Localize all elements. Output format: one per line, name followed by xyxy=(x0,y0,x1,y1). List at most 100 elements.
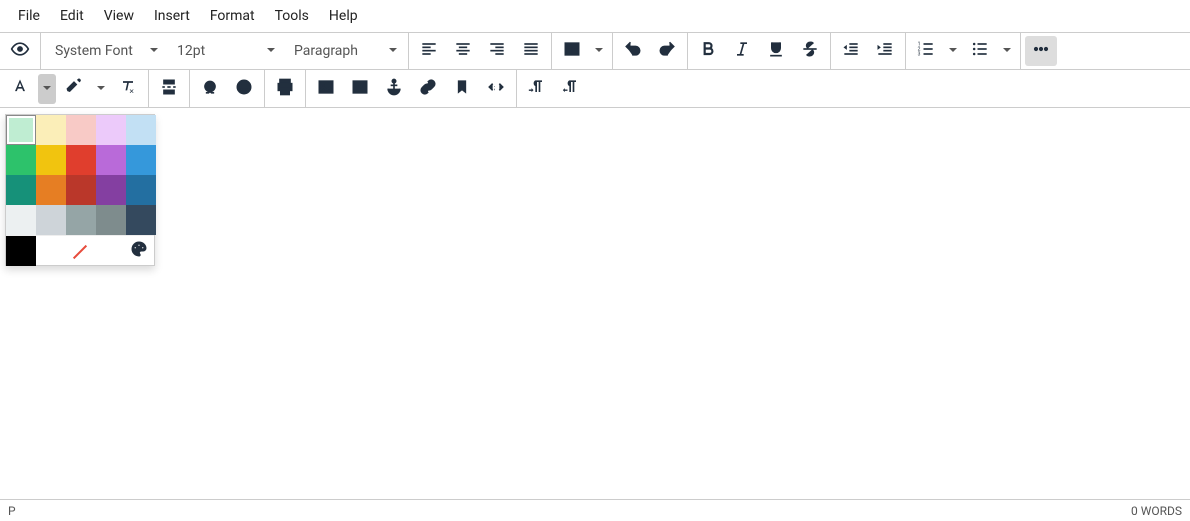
black-swatch-icon xyxy=(6,236,36,266)
insert-anchor-button[interactable] xyxy=(378,74,410,104)
element-path[interactable]: P xyxy=(8,504,16,518)
color-swatch[interactable] xyxy=(6,145,36,175)
table-button[interactable] xyxy=(556,36,588,66)
color-swatch[interactable] xyxy=(36,175,66,205)
color-black-button[interactable] xyxy=(6,236,36,265)
highlight-icon xyxy=(64,77,84,101)
color-swatch[interactable] xyxy=(66,115,96,145)
align-justify-button[interactable] xyxy=(515,36,547,66)
menu-help[interactable]: Help xyxy=(319,2,368,30)
redo-icon xyxy=(657,39,677,63)
preview-button[interactable] xyxy=(4,36,36,66)
color-swatch[interactable] xyxy=(96,205,126,235)
chevron-down-icon xyxy=(266,43,276,59)
align-right-icon xyxy=(487,39,507,63)
color-swatch[interactable] xyxy=(96,145,126,175)
color-swatch[interactable] xyxy=(96,115,126,145)
outdent-icon xyxy=(841,39,861,63)
color-swatch[interactable] xyxy=(36,205,66,235)
custom-color-button[interactable] xyxy=(124,236,154,265)
menu-tools[interactable]: Tools xyxy=(265,2,319,30)
emoji-icon xyxy=(234,77,254,101)
special-character-button[interactable] xyxy=(194,74,226,104)
chevron-down-icon xyxy=(594,43,604,59)
undo-icon xyxy=(623,39,643,63)
remove-color-button[interactable] xyxy=(36,236,124,265)
clear-formatting-button[interactable]: ✕ xyxy=(112,74,144,104)
menubar: File Edit View Insert Format Tools Help xyxy=(0,0,1190,32)
ellipsis-icon xyxy=(1031,39,1051,63)
color-swatch[interactable] xyxy=(36,145,66,175)
color-swatch[interactable] xyxy=(6,205,36,235)
menu-edit[interactable]: Edit xyxy=(50,2,94,30)
color-grid xyxy=(6,115,154,235)
menu-insert[interactable]: Insert xyxy=(144,2,200,30)
insert-codesample-button[interactable]: ; xyxy=(480,74,512,104)
bold-button[interactable] xyxy=(692,36,724,66)
clear-format-icon: ✕ xyxy=(118,77,138,101)
color-swatch[interactable] xyxy=(6,115,36,145)
editor-content-area[interactable] xyxy=(0,114,1190,497)
color-swatch[interactable] xyxy=(126,145,156,175)
insert-media-button[interactable] xyxy=(344,74,376,104)
insert-link-button[interactable] xyxy=(412,74,444,104)
color-swatch[interactable] xyxy=(36,115,66,145)
color-swatch[interactable] xyxy=(126,205,156,235)
print-button[interactable] xyxy=(269,74,301,104)
color-swatch[interactable] xyxy=(126,175,156,205)
statusbar: P 0 WORDS xyxy=(0,499,1190,521)
insert-image-button[interactable] xyxy=(310,74,342,104)
insert-bookmark-button[interactable] xyxy=(446,74,478,104)
text-color-picker-popup xyxy=(5,114,155,266)
word-count[interactable]: 0 WORDS xyxy=(1131,504,1182,518)
italic-button[interactable] xyxy=(726,36,758,66)
font-family-value: System Font xyxy=(55,43,133,59)
bg-color-menu-button[interactable] xyxy=(92,74,110,104)
color-swatch[interactable] xyxy=(66,205,96,235)
menu-file[interactable]: File xyxy=(8,2,50,30)
text-color-button[interactable] xyxy=(4,74,36,104)
font-family-select[interactable]: System Font xyxy=(45,36,165,66)
chevron-down-icon xyxy=(1002,43,1012,59)
ltr-button[interactable] xyxy=(521,74,553,104)
color-swatch[interactable] xyxy=(66,145,96,175)
omega-icon xyxy=(200,77,220,101)
indent-button[interactable] xyxy=(869,36,901,66)
rtl-icon xyxy=(561,77,581,101)
color-swatch[interactable] xyxy=(66,175,96,205)
color-swatch[interactable] xyxy=(96,175,126,205)
chevron-down-icon xyxy=(96,81,106,97)
chevron-down-icon xyxy=(948,43,958,59)
svg-text:;: ; xyxy=(494,83,496,91)
text-color-menu-button[interactable] xyxy=(38,74,56,104)
table-menu-button[interactable] xyxy=(590,36,608,66)
menu-format[interactable]: Format xyxy=(200,2,265,30)
color-swatch[interactable] xyxy=(6,175,36,205)
svg-text:✕: ✕ xyxy=(129,87,135,95)
align-center-button[interactable] xyxy=(447,36,479,66)
redo-button[interactable] xyxy=(651,36,683,66)
bold-icon xyxy=(698,39,718,63)
outdent-button[interactable] xyxy=(835,36,867,66)
more-toolbar-button[interactable] xyxy=(1025,36,1057,66)
page-break-button[interactable] xyxy=(153,74,185,104)
menu-view[interactable]: View xyxy=(94,2,144,30)
table-icon xyxy=(562,39,582,63)
underline-button[interactable] xyxy=(760,36,792,66)
ordered-list-menu-button[interactable] xyxy=(944,36,962,66)
align-right-button[interactable] xyxy=(481,36,513,66)
undo-button[interactable] xyxy=(617,36,649,66)
ordered-list-button[interactable]: 123 xyxy=(910,36,942,66)
color-swatch[interactable] xyxy=(126,115,156,145)
font-size-select[interactable]: 12pt xyxy=(167,36,282,66)
strikethrough-button[interactable] xyxy=(794,36,826,66)
unordered-list-button[interactable] xyxy=(964,36,996,66)
unordered-list-menu-button[interactable] xyxy=(998,36,1016,66)
align-left-button[interactable] xyxy=(413,36,445,66)
bookmark-icon xyxy=(452,77,472,101)
rtl-button[interactable] xyxy=(555,74,587,104)
emoji-button[interactable] xyxy=(228,74,260,104)
block-format-select[interactable]: Paragraph xyxy=(284,36,404,66)
chevron-down-icon xyxy=(388,43,398,59)
bg-color-button[interactable] xyxy=(58,74,90,104)
